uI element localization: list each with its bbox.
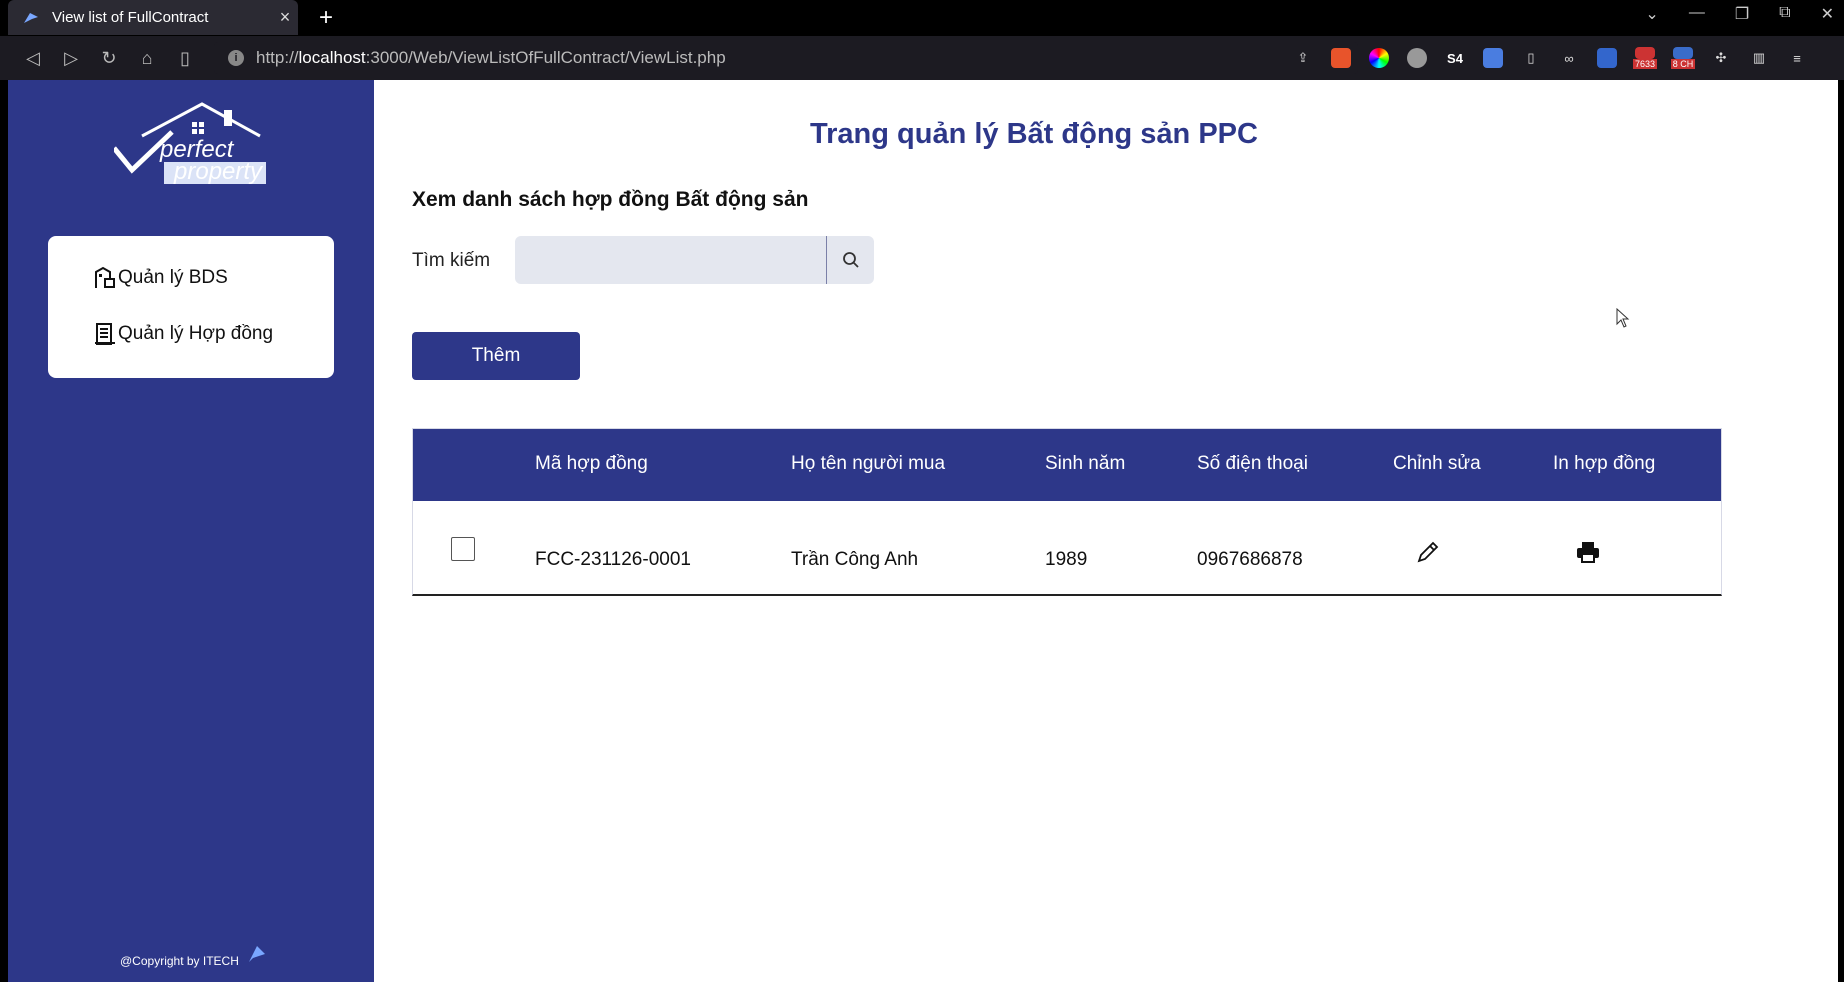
menu-icon[interactable]: ≡ — [1782, 44, 1812, 72]
extensions-bar: ⇪ S4 ▯ ∞ 7633 8 CH ✣ ▥ ≡ — [1288, 44, 1812, 72]
url-path: :3000/Web/ViewListOfFullContract/ViewLis… — [365, 48, 726, 67]
share-icon[interactable]: ⇪ — [1288, 44, 1318, 72]
close-window-icon[interactable]: ✕ — [1821, 4, 1834, 24]
col-header-edit: Chỉnh sửa — [1393, 453, 1481, 474]
search-label: Tìm kiếm — [412, 250, 491, 271]
url-host: localhost — [298, 48, 366, 67]
home-icon[interactable]: ⌂ — [128, 48, 166, 69]
restore-icon[interactable]: ❐ — [1735, 4, 1749, 24]
table-header: Mã hợp đồng Họ tên người mua Sinh năm Số… — [413, 429, 1721, 501]
back-icon[interactable]: ◁ — [14, 48, 52, 69]
copyright-footer: @Copyright by ITECH — [120, 942, 267, 968]
print-button[interactable] — [1573, 537, 1603, 567]
minimize-icon[interactable]: — — [1689, 4, 1705, 24]
edit-button[interactable] — [1413, 537, 1443, 567]
tab-close-icon[interactable]: × — [272, 7, 298, 28]
translate-icon[interactable] — [1478, 44, 1508, 72]
url-prefix: http:// — [256, 48, 299, 67]
building-lock-icon — [94, 266, 116, 290]
contract-icon — [94, 322, 116, 346]
sidebar-toggle-icon[interactable]: ▥ — [1744, 44, 1774, 72]
col-header-phone: Số điện thoại — [1197, 453, 1308, 474]
search-input[interactable] — [515, 236, 827, 284]
cell-buyer-name: Trần Công Anh — [791, 549, 919, 570]
col-header-birth-year: Sinh năm — [1045, 453, 1126, 474]
font-icon[interactable] — [1592, 44, 1622, 72]
tab-list-icon[interactable]: ⌄ — [1645, 4, 1658, 24]
window-controls: ⌄ — ❐ ⧉ ✕ — [1645, 4, 1834, 24]
calendar-badge-icon[interactable]: 8 CH — [1668, 44, 1698, 72]
page-viewport: perfect property Quản lý BDS Quản lý Hợp… — [8, 80, 1838, 982]
sidebar-menu: Quản lý BDS Quản lý Hợp đồng — [48, 236, 334, 378]
sidebar-item-property[interactable]: Quản lý BDS — [94, 266, 228, 290]
bookmark-icon[interactable]: ▯ — [166, 48, 204, 69]
col-header-code: Mã hợp đồng — [535, 453, 648, 474]
printer-icon — [1577, 542, 1599, 563]
col-header-print: In hợp đồng — [1553, 453, 1656, 474]
new-tab-button[interactable]: + — [314, 4, 338, 32]
reload-icon[interactable]: ↻ — [90, 48, 128, 69]
brave-shield-icon[interactable] — [1326, 44, 1356, 72]
forward-icon[interactable]: ▷ — [52, 48, 90, 69]
cell-phone: 0967686878 — [1197, 549, 1303, 570]
copyright-text: @Copyright by ITECH — [120, 954, 239, 968]
mail-badge-icon[interactable]: 7633 — [1630, 44, 1660, 72]
mouse-cursor-icon — [1616, 308, 1630, 328]
satellite-icon — [245, 942, 267, 968]
row-checkbox[interactable] — [451, 537, 475, 561]
mail-badge-count: 7633 — [1632, 59, 1658, 69]
cell-code: FCC-231126-0001 — [535, 549, 691, 570]
s4-icon[interactable]: S4 — [1440, 44, 1470, 72]
logo[interactable]: perfect property — [112, 102, 270, 188]
extensions-icon[interactable]: ✣ — [1706, 44, 1736, 72]
calendar-badge-count: 8 CH — [1670, 59, 1696, 69]
logo-text-property: property — [174, 158, 263, 185]
pencil-icon — [1417, 541, 1439, 563]
search-icon — [842, 252, 859, 268]
browser-tab[interactable]: View list of FullContract × — [8, 0, 298, 35]
browser-titlebar: View list of FullContract × + ⌄ — ❐ ⧉ ✕ — [0, 0, 1844, 36]
color-picker-icon[interactable] — [1364, 44, 1394, 72]
page-title: Trang quản lý Bất động sản PPC — [810, 118, 1258, 150]
main-content: Trang quản lý Bất động sản PPC Xem danh … — [374, 80, 1838, 982]
glasses-icon[interactable]: ∞ — [1554, 44, 1584, 72]
grammarly-icon[interactable] — [1402, 44, 1432, 72]
sidebar-item-label: Quản lý BDS — [118, 267, 228, 288]
sidebar-item-contracts[interactable]: Quản lý Hợp đồng — [94, 322, 273, 346]
tab-title: View list of FullContract — [52, 9, 209, 26]
col-header-buyer-name: Họ tên người mua — [791, 453, 946, 474]
cell-birth-year: 1989 — [1045, 549, 1088, 570]
contracts-table: Mã hợp đồng Họ tên người mua Sinh năm Số… — [412, 428, 1722, 596]
section-title: Xem danh sách hợp đồng Bất động sản — [412, 188, 809, 211]
address-bar[interactable]: i http://localhost:3000/Web/ViewListOfFu… — [214, 42, 1358, 74]
reader-icon[interactable]: ▯ — [1516, 44, 1546, 72]
sidebar: perfect property Quản lý BDS Quản lý Hợp… — [8, 80, 374, 982]
search-button[interactable] — [826, 236, 874, 284]
sidebar-item-label: Quản lý Hợp đồng — [118, 323, 274, 344]
snap-icon[interactable]: ⧉ — [1779, 4, 1790, 24]
site-info-icon[interactable]: i — [228, 50, 244, 66]
tab-favicon-icon — [22, 11, 40, 25]
add-button[interactable]: Thêm — [412, 332, 580, 380]
